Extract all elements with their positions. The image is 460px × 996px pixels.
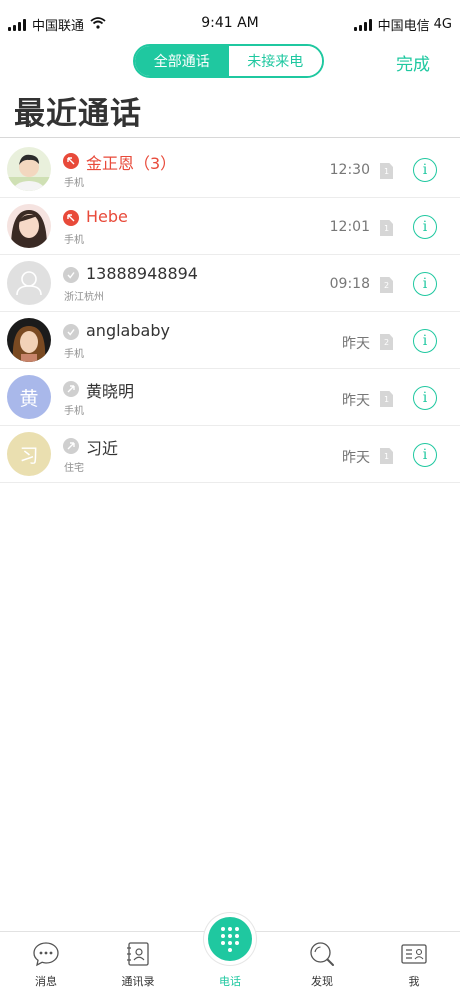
outgoing-call-icon (63, 438, 79, 454)
tab-me[interactable]: 我 (368, 932, 460, 996)
tab-contacts[interactable]: 通讯录 (92, 932, 184, 996)
avatar-photo (7, 204, 51, 248)
sim-slot-number: 1 (383, 166, 390, 176)
sim-card-icon: 1 (380, 391, 393, 407)
call-type-label: 手机 (64, 235, 84, 246)
recent-calls-list: 金正恩（3） 手机 12:30 1 i Hebe 手机 12:01 1 i 13… (0, 141, 460, 483)
tab-phone[interactable]: 电话 (184, 917, 276, 996)
call-row[interactable]: Hebe 手机 12:01 1 i (0, 198, 460, 255)
sim-slot-number: 1 (383, 223, 390, 233)
status-bar: 中国联通 9:41 AM 中国电信 4G (0, 0, 460, 44)
call-filter-segmented-control: 全部通话 未接来电 (133, 44, 324, 78)
page-title: 最近通话 (14, 96, 142, 132)
status-right: 中国电信 4G (353, 15, 452, 34)
profile-card-icon (400, 940, 428, 968)
sim-card-icon: 2 (380, 334, 393, 350)
contact-name: anglababy (86, 321, 170, 340)
network-type: 4G (433, 17, 452, 32)
outgoing-call-icon (63, 381, 79, 397)
info-icon[interactable]: i (413, 329, 437, 353)
avatar-letter: 习 (7, 432, 51, 476)
discover-icon (308, 940, 336, 968)
done-button[interactable]: 完成 (396, 50, 430, 75)
call-row[interactable]: 黄 黄晓明 手机 昨天 1 i (0, 369, 460, 426)
tab-label: 电话 (219, 975, 241, 988)
call-time: 12:01 (329, 219, 370, 235)
carrier-right: 中国电信 (377, 19, 430, 34)
incoming-call-icon (63, 267, 79, 283)
sim-slot-number: 2 (383, 280, 390, 290)
call-time: 昨天 (342, 450, 370, 466)
tab-label: 消息 (35, 975, 57, 988)
call-type-label: 手机 (64, 406, 84, 417)
dialpad-icon (208, 917, 252, 961)
contact-name: 13888948894 (86, 264, 198, 283)
missed-call-icon (63, 153, 79, 169)
info-icon[interactable]: i (413, 386, 437, 410)
call-location-label: 浙江杭州 (64, 292, 104, 303)
bottom-tab-bar: 消息 通讯录 电话 发现 我 (0, 917, 460, 996)
call-type-label: 手机 (64, 349, 84, 360)
missed-call-icon (63, 210, 79, 226)
contact-name: 习近 (86, 439, 119, 458)
call-type-label: 住宅 (64, 463, 84, 474)
signal-icon (353, 18, 372, 31)
tab-discover[interactable]: 发现 (276, 932, 368, 996)
contact-name: Hebe (86, 207, 128, 226)
incoming-call-icon (63, 324, 79, 340)
info-icon[interactable]: i (413, 272, 437, 296)
avatar-photo (7, 318, 51, 362)
call-row[interactable]: 13888948894 浙江杭州 09:18 2 i (0, 255, 460, 312)
info-icon[interactable]: i (413, 215, 437, 239)
avatar-placeholder-icon (7, 261, 51, 305)
info-icon[interactable]: i (413, 158, 437, 182)
call-row[interactable]: 金正恩（3） 手机 12:30 1 i (0, 141, 460, 198)
sim-card-icon: 1 (380, 163, 393, 179)
call-time: 昨天 (342, 393, 370, 409)
avatar-photo (7, 147, 51, 191)
sim-slot-number: 1 (383, 394, 390, 404)
tab-missed-calls[interactable]: 未接来电 (228, 46, 322, 76)
call-row[interactable]: 习 习近 住宅 昨天 1 i (0, 426, 460, 483)
chat-bubble-icon (32, 940, 60, 968)
sim-slot-number: 1 (383, 451, 390, 461)
contacts-book-icon (124, 940, 152, 968)
tab-all-calls[interactable]: 全部通话 (135, 46, 229, 76)
sim-card-icon: 1 (380, 448, 393, 464)
avatar-letter: 黄 (7, 375, 51, 419)
call-row[interactable]: anglababy 手机 昨天 2 i (0, 312, 460, 369)
call-time: 12:30 (329, 162, 370, 178)
tab-label: 发现 (311, 975, 333, 988)
contact-name: 黄晓明 (86, 382, 135, 401)
tab-label: 通讯录 (121, 975, 155, 988)
header-divider (0, 137, 460, 138)
info-icon[interactable]: i (413, 443, 437, 467)
tab-messages[interactable]: 消息 (0, 932, 92, 996)
tab-label: 我 (408, 975, 420, 988)
call-time: 09:18 (329, 276, 370, 292)
contact-name: 金正恩（3） (86, 154, 177, 173)
sim-slot-number: 2 (383, 337, 390, 347)
call-time: 昨天 (342, 336, 370, 352)
sim-card-icon: 1 (380, 220, 393, 236)
call-type-label: 手机 (64, 178, 84, 189)
sim-card-icon: 2 (380, 277, 393, 293)
